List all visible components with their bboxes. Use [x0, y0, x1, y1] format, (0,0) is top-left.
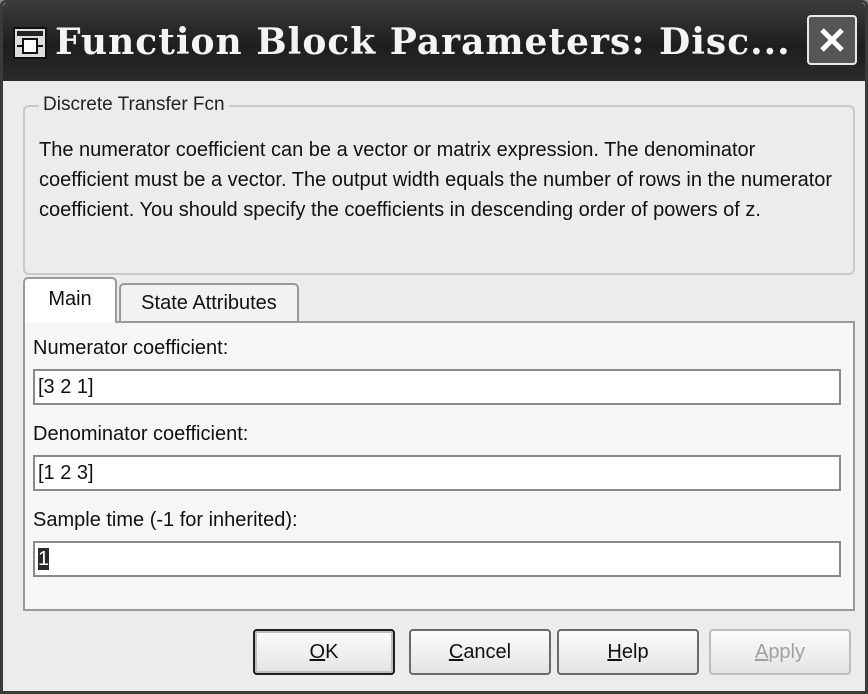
denominator-label: Denominator coefficient: — [33, 423, 249, 445]
tab-state-attributes[interactable]: State Attributes — [119, 283, 299, 323]
title-bar[interactable]: Function Block Parameters: Disc... — [3, 3, 865, 81]
cancel-button[interactable]: Cancel — [409, 629, 551, 675]
apply-button[interactable]: Apply — [709, 629, 851, 675]
apply-mnemonic: A — [754, 641, 769, 663]
block-description-group: Discrete Transfer Fcn The numerator coef… — [23, 94, 855, 275]
cancel-mnemonic: C — [448, 641, 464, 663]
close-button[interactable] — [807, 15, 857, 65]
sample-time-label: Sample time (-1 for inherited): — [33, 509, 298, 531]
simulink-block-icon[interactable] — [13, 27, 47, 59]
numerator-label: Numerator coefficient: — [33, 337, 229, 359]
ok-label-rest: K — [325, 641, 339, 663]
ok-button[interactable]: OK — [253, 629, 395, 675]
dialog-window: Function Block Parameters: Disc... Discr… — [0, 0, 868, 694]
help-mnemonic: H — [607, 641, 622, 663]
cancel-label-rest: ancel — [463, 641, 512, 663]
dialog-client-area: Discrete Transfer Fcn The numerator coef… — [11, 81, 857, 683]
block-name: Discrete Transfer Fcn — [39, 94, 229, 116]
close-icon — [820, 28, 844, 52]
tab-main[interactable]: Main — [23, 277, 117, 323]
apply-label-rest: pply — [768, 641, 806, 663]
denominator-input[interactable]: [1 2 3] — [33, 455, 841, 491]
sample-time-selected-value: 1 — [38, 548, 50, 570]
window-title: Function Block Parameters: Disc... — [55, 21, 791, 63]
block-description: The numerator coefficient can be a vecto… — [39, 139, 833, 221]
tab-strip: Main State Attributes — [23, 277, 343, 323]
help-button[interactable]: Help — [557, 629, 699, 675]
numerator-input[interactable]: [3 2 1] — [33, 369, 841, 405]
main-tab-panel: Numerator coefficient: [3 2 1] Denominat… — [23, 321, 855, 611]
ok-mnemonic: O — [309, 641, 326, 663]
sample-time-input[interactable]: 1 — [33, 541, 841, 577]
help-label-rest: elp — [621, 641, 649, 663]
